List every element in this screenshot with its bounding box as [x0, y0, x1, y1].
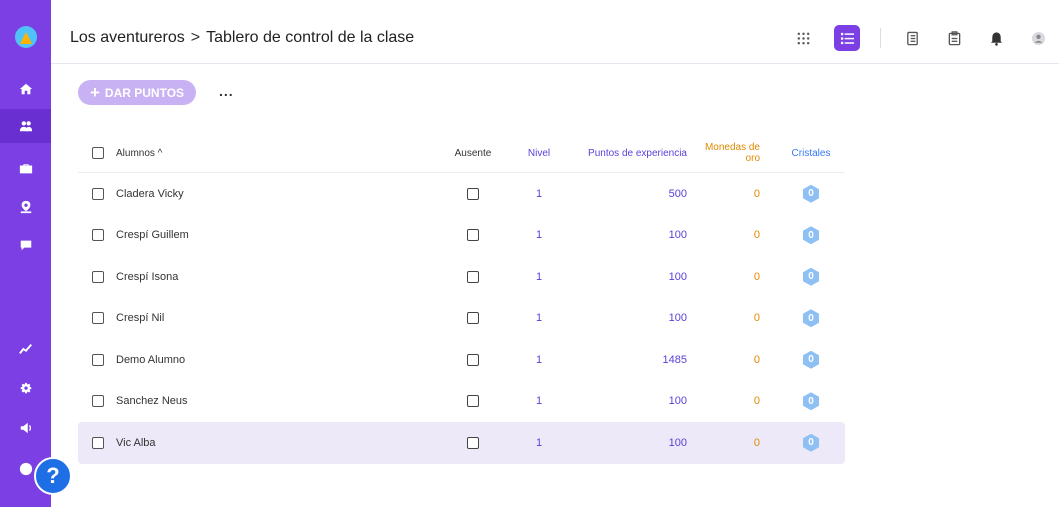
select-all-checkbox[interactable] [92, 147, 104, 159]
student-name[interactable]: Crespí Isona [116, 256, 178, 298]
student-name[interactable]: Crespí Guillem [116, 215, 189, 257]
monedas-value: 0 [753, 270, 760, 283]
table-header: Alumnos ^ Ausente Nivel Puntos de experi… [78, 134, 845, 173]
table-row[interactable]: Demo Alumno 1 1485 0 0 [78, 339, 845, 381]
dar-puntos-label: DAR PUNTOS [104, 85, 185, 100]
crystal-icon: 0 [803, 309, 819, 328]
crystal-icon: 0 [803, 350, 819, 369]
monedas-value: 0 [753, 395, 760, 408]
monedas-value: 0 [753, 187, 760, 200]
student-name[interactable]: Crespí Nil [116, 298, 164, 340]
absent-checkbox[interactable] [467, 270, 479, 283]
header-ausente[interactable]: Ausente [445, 134, 501, 172]
monedas-value: 0 [753, 229, 760, 242]
map-pin-icon[interactable] [0, 190, 51, 224]
student-name[interactable]: Demo Alumno [116, 339, 185, 381]
row-checkbox[interactable] [92, 187, 104, 200]
row-checkbox[interactable] [92, 312, 104, 325]
breadcrumb-separator: > [190, 29, 201, 46]
header-actions [772, 25, 1049, 51]
row-checkbox[interactable] [92, 353, 104, 366]
nivel-value: 1 [535, 187, 543, 200]
nivel-value: 1 [535, 229, 543, 242]
table-row[interactable]: Crespí Nil 1 100 0 0 [78, 298, 845, 340]
crystal-icon: 0 [803, 433, 819, 452]
student-name[interactable]: Vic Alba [116, 422, 156, 464]
monedas-value: 0 [753, 353, 760, 366]
puntos-value: 100 [668, 395, 687, 408]
grid-icon[interactable] [792, 27, 814, 49]
gear-icon[interactable] [0, 372, 51, 406]
absent-checkbox[interactable] [467, 229, 479, 242]
help-label: ? [46, 463, 60, 488]
puntos-value: 100 [668, 436, 687, 449]
header-nivel[interactable]: Nivel [524, 134, 554, 172]
monedas-value: 0 [753, 436, 760, 449]
crystal-icon: 0 [803, 184, 819, 203]
crystal-icon: 0 [803, 267, 819, 286]
table-row[interactable]: Cladera Vicky 1 500 0 0 [78, 173, 845, 215]
header-divider [880, 28, 881, 48]
absent-checkbox[interactable] [467, 187, 479, 200]
nivel-value: 1 [535, 353, 543, 366]
puntos-value: 1485 [662, 353, 687, 366]
home-icon[interactable] [0, 72, 51, 106]
user-avatar-icon[interactable] [1027, 27, 1049, 49]
row-checkbox[interactable] [92, 229, 104, 242]
absent-checkbox[interactable] [467, 395, 479, 408]
table-row[interactable]: Crespí Isona 1 100 0 0 [78, 256, 845, 298]
student-name[interactable]: Cladera Vicky [116, 173, 184, 215]
breadcrumb: Los aventureros > Tablero de control de … [70, 29, 414, 47]
notebook-icon[interactable] [901, 27, 923, 49]
more-options-button[interactable]: ... [219, 83, 234, 99]
row-checkbox[interactable] [92, 395, 104, 408]
puntos-value: 100 [668, 312, 687, 325]
header: Los aventureros > Tablero de control de … [51, 0, 1059, 64]
header-puntos[interactable]: Puntos de experiencia [587, 134, 687, 172]
student-name[interactable]: Sanchez Neus [116, 381, 188, 423]
logo-icon[interactable] [15, 26, 37, 48]
breadcrumb-class[interactable]: Los aventureros [70, 29, 185, 47]
header-monedas[interactable]: Monedas de oro [698, 134, 760, 172]
row-checkbox[interactable] [92, 436, 104, 449]
absent-checkbox[interactable] [467, 353, 479, 366]
briefcase-icon[interactable] [0, 152, 51, 186]
app: ? Los aventureros > Tablero de control d… [0, 0, 1059, 507]
dar-puntos-button[interactable]: + DAR PUNTOS [78, 80, 196, 105]
puntos-value: 100 [668, 229, 687, 242]
clipboard-icon[interactable] [943, 27, 965, 49]
header-cristales[interactable]: Cristales [786, 134, 836, 172]
list-icon[interactable] [834, 25, 860, 51]
megaphone-icon[interactable] [0, 411, 51, 445]
students-icon[interactable] [0, 109, 51, 143]
absent-checkbox[interactable] [467, 312, 479, 325]
table-row[interactable]: Vic Alba 1 100 0 0 [78, 422, 845, 464]
row-checkbox[interactable] [92, 270, 104, 283]
nivel-value: 1 [535, 395, 543, 408]
nivel-value: 1 [535, 312, 543, 325]
puntos-value: 500 [668, 187, 687, 200]
plus-icon: + [89, 83, 100, 102]
puntos-value: 100 [668, 270, 687, 283]
bell-icon[interactable] [985, 27, 1007, 49]
absent-checkbox[interactable] [467, 436, 479, 449]
page-title: Tablero de control de la clase [206, 29, 415, 46]
table-row[interactable]: Crespí Guillem 1 100 0 0 [78, 215, 845, 257]
students-table: Alumnos ^ Ausente Nivel Puntos de experi… [78, 134, 845, 464]
nivel-value: 1 [535, 436, 543, 449]
sidebar [0, 0, 51, 507]
crystal-icon: 0 [803, 226, 819, 245]
table-row[interactable]: Sanchez Neus 1 100 0 0 [78, 381, 845, 423]
trend-icon[interactable] [0, 332, 51, 366]
crystal-icon: 0 [803, 392, 819, 411]
help-button[interactable]: ? [34, 457, 72, 495]
monedas-value: 0 [753, 312, 760, 325]
header-alumnos[interactable]: Alumnos ^ [116, 134, 162, 172]
chat-icon[interactable] [0, 228, 51, 262]
nivel-value: 1 [535, 270, 543, 283]
